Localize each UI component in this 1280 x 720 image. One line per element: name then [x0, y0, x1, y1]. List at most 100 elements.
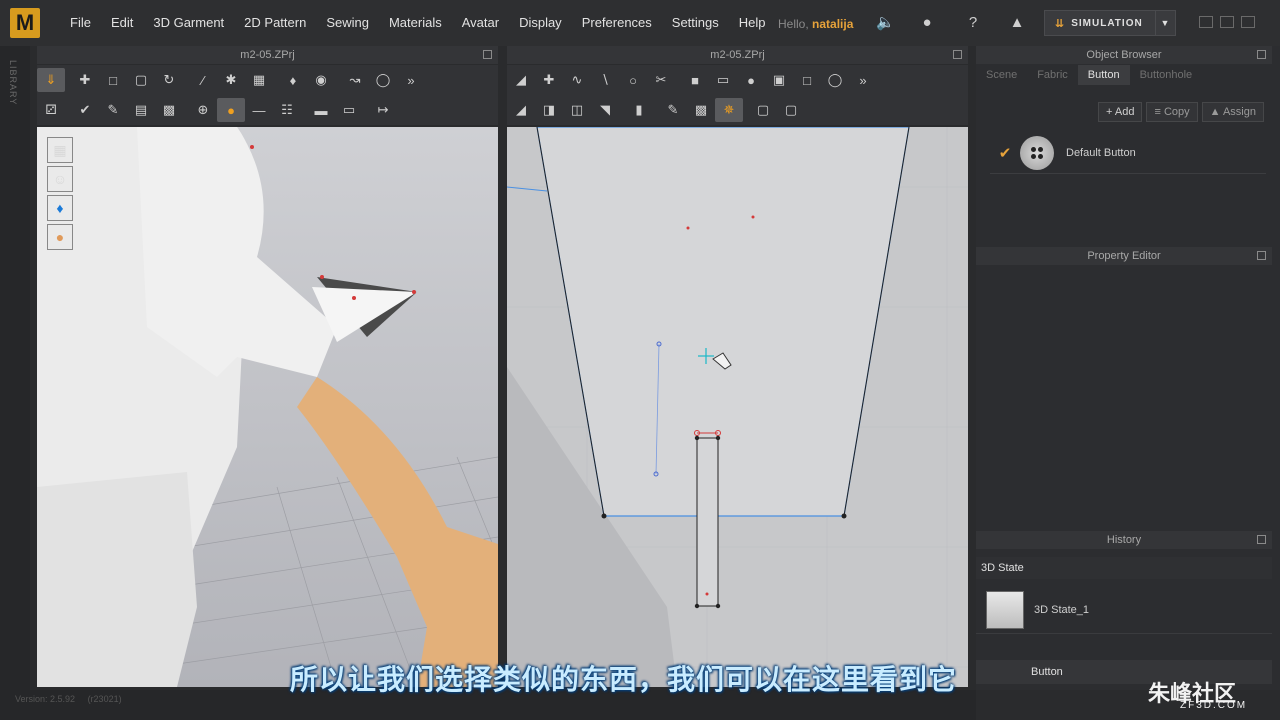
maximize-3d-icon[interactable]	[483, 50, 492, 59]
fold-icon[interactable]: ♦	[279, 68, 307, 92]
app-logo: M	[10, 8, 40, 38]
tab-fabric[interactable]: Fabric	[1027, 65, 1078, 85]
maximize-button[interactable]	[1220, 16, 1234, 28]
segment-sewing-icon[interactable]: ◨	[535, 98, 563, 122]
2d-viewport[interactable]	[507, 127, 968, 687]
library-strip[interactable]: LIBRARY	[0, 46, 30, 690]
tab-scene[interactable]: Scene	[976, 65, 1027, 85]
menu-2d-pattern[interactable]: 2D Pattern	[234, 0, 316, 46]
menu-3d-garment[interactable]: 3D Garment	[143, 0, 234, 46]
fabric-thickness-icon[interactable]: ▤	[127, 98, 155, 122]
edit-curvature-icon[interactable]: ✔	[71, 98, 99, 122]
simulation-button[interactable]: ⇊ SIMULATION ▼	[1044, 10, 1176, 36]
button-tool-icon[interactable]: ●	[217, 98, 245, 122]
menu-edit[interactable]: Edit	[101, 0, 143, 46]
user-name: natalija	[812, 17, 854, 31]
show-garment-icon[interactable]: ▦	[47, 137, 73, 163]
copy-button[interactable]: ≡ Copy	[1146, 102, 1198, 122]
list-item[interactable]: ✔ Default Button	[990, 132, 1266, 174]
internal-rectangle-icon[interactable]: □	[793, 68, 821, 92]
notch-icon[interactable]: ▢	[777, 98, 805, 122]
shirt-icon[interactable]: ▦	[245, 68, 273, 92]
cut-icon[interactable]: ✂	[647, 68, 675, 92]
garment-icon[interactable]: ▲	[1008, 14, 1026, 32]
tack-icon[interactable]: ✱	[217, 68, 245, 92]
tab-buttonhole[interactable]: Buttonhole	[1130, 65, 1203, 85]
show-avatar-icon[interactable]: ☺	[47, 166, 73, 192]
pin-icon[interactable]: ◉	[307, 68, 335, 92]
edit-texture-icon[interactable]: ▮	[625, 98, 653, 122]
3d-viewport[interactable]: ▦ ☺ ♦ ●	[37, 127, 498, 687]
texture-icon[interactable]: ▩	[155, 98, 183, 122]
2d-edit-pen-icon[interactable]: ✎	[659, 98, 687, 122]
seam-icon[interactable]: ◢	[507, 98, 535, 122]
show-avatar-skin-icon[interactable]: ●	[47, 224, 73, 250]
menu-sewing[interactable]: Sewing	[316, 0, 379, 46]
measure-icon[interactable]: ↝	[341, 68, 369, 92]
rectangle-icon[interactable]: ▭	[709, 68, 737, 92]
assign-button[interactable]: ▲ Assign	[1201, 102, 1264, 122]
tape-icon[interactable]: ◯	[369, 68, 397, 92]
tab-button[interactable]: Button	[1077, 65, 1130, 85]
steam-icon[interactable]: ▭	[335, 98, 363, 122]
menu-help[interactable]: Help	[729, 0, 776, 46]
show-pattern-icon[interactable]: ♦	[47, 195, 73, 221]
minimize-button[interactable]	[1199, 16, 1213, 28]
edit-point-icon[interactable]: ✚	[535, 68, 563, 92]
menu-file[interactable]: File	[60, 0, 101, 46]
menu-preferences[interactable]: Preferences	[572, 0, 662, 46]
zipper-icon[interactable]: ☷	[273, 98, 301, 122]
puckering-icon[interactable]: ▬	[307, 98, 335, 122]
free-sewing-icon[interactable]: ◫	[563, 98, 591, 122]
avatar-pose-icon[interactable]: ⚂	[37, 98, 65, 122]
annotation-icon[interactable]: ▢	[749, 98, 777, 122]
topstitch-icon[interactable]: —	[245, 98, 273, 122]
main-menu: File Edit 3D Garment 2D Pattern Sewing M…	[60, 0, 776, 46]
check-sewing-icon[interactable]: ◥	[591, 98, 619, 122]
assign-label: Assign	[1222, 106, 1256, 118]
menu-settings[interactable]: Settings	[662, 0, 729, 46]
menu-avatar[interactable]: Avatar	[452, 0, 509, 46]
speaker-icon[interactable]: 🔈	[876, 14, 895, 32]
edit-pen-icon[interactable]: ✎	[99, 98, 127, 122]
add-point-icon[interactable]: ○	[619, 68, 647, 92]
add-button[interactable]: + Add	[1098, 102, 1143, 122]
user-icon[interactable]: ●	[918, 14, 936, 32]
video-subtitle: 所以让我们选择类似的东西，我们可以在这里看到它	[290, 664, 958, 695]
menu-materials[interactable]: Materials	[379, 0, 452, 46]
property-editor-title: Property Editor	[1087, 250, 1161, 262]
maximize-history-icon[interactable]	[1257, 535, 1266, 544]
simulation-dropdown-icon[interactable]: ▼	[1155, 11, 1175, 35]
2d-texture-icon[interactable]: ▩	[687, 98, 715, 122]
maximize-object-browser-icon[interactable]	[1257, 50, 1266, 59]
rotate-icon[interactable]: ↻	[155, 68, 183, 92]
3d-view-toggles: ▦ ☺ ♦ ●	[47, 137, 73, 253]
edit-curve-icon[interactable]: ∿	[563, 68, 591, 92]
list-item[interactable]: 3D State_1	[976, 586, 1272, 634]
close-button[interactable]	[1241, 16, 1255, 28]
scale-icon[interactable]: ▢	[127, 68, 155, 92]
internal-circle-icon[interactable]: ◯	[821, 68, 849, 92]
more-tools-icon[interactable]: »	[397, 68, 425, 92]
transform-icon[interactable]: ✚	[71, 68, 99, 92]
2d-button-tool-icon[interactable]: ✵	[715, 98, 743, 122]
curvature-icon[interactable]: ∖	[591, 68, 619, 92]
sewing-line-icon[interactable]: ∕	[189, 68, 217, 92]
help-icon[interactable]: ?	[964, 14, 982, 32]
transform-pattern-icon[interactable]: ◢	[507, 68, 535, 92]
select-box-icon[interactable]: □	[99, 68, 127, 92]
circle-icon[interactable]: ●	[737, 68, 765, 92]
maximize-property-editor-icon[interactable]	[1257, 251, 1266, 260]
add-button-icon[interactable]: ⊕	[189, 98, 217, 122]
maximize-2d-icon[interactable]	[953, 50, 962, 59]
2d-toolbar-row-1: ◢ ✚ ∿ ∖ ○ ✂ ■ ▭ ● ▣ □ ◯ »	[507, 65, 968, 95]
3d-toolbar-row-2: ⚂ ✔ ✎ ▤ ▩ ⊕ ● — ☷ ▬ ▭ ↦	[37, 95, 498, 125]
menu-display[interactable]: Display	[509, 0, 572, 46]
default-button-label: Default Button	[1066, 146, 1136, 159]
select-move-icon[interactable]: ⇓	[37, 68, 65, 92]
align-icon[interactable]: ↦	[369, 98, 397, 122]
copy-label: Copy	[1163, 106, 1190, 118]
polygon-icon[interactable]: ■	[681, 68, 709, 92]
more-2d-tools-icon[interactable]: »	[849, 68, 877, 92]
internal-polygon-icon[interactable]: ▣	[765, 68, 793, 92]
